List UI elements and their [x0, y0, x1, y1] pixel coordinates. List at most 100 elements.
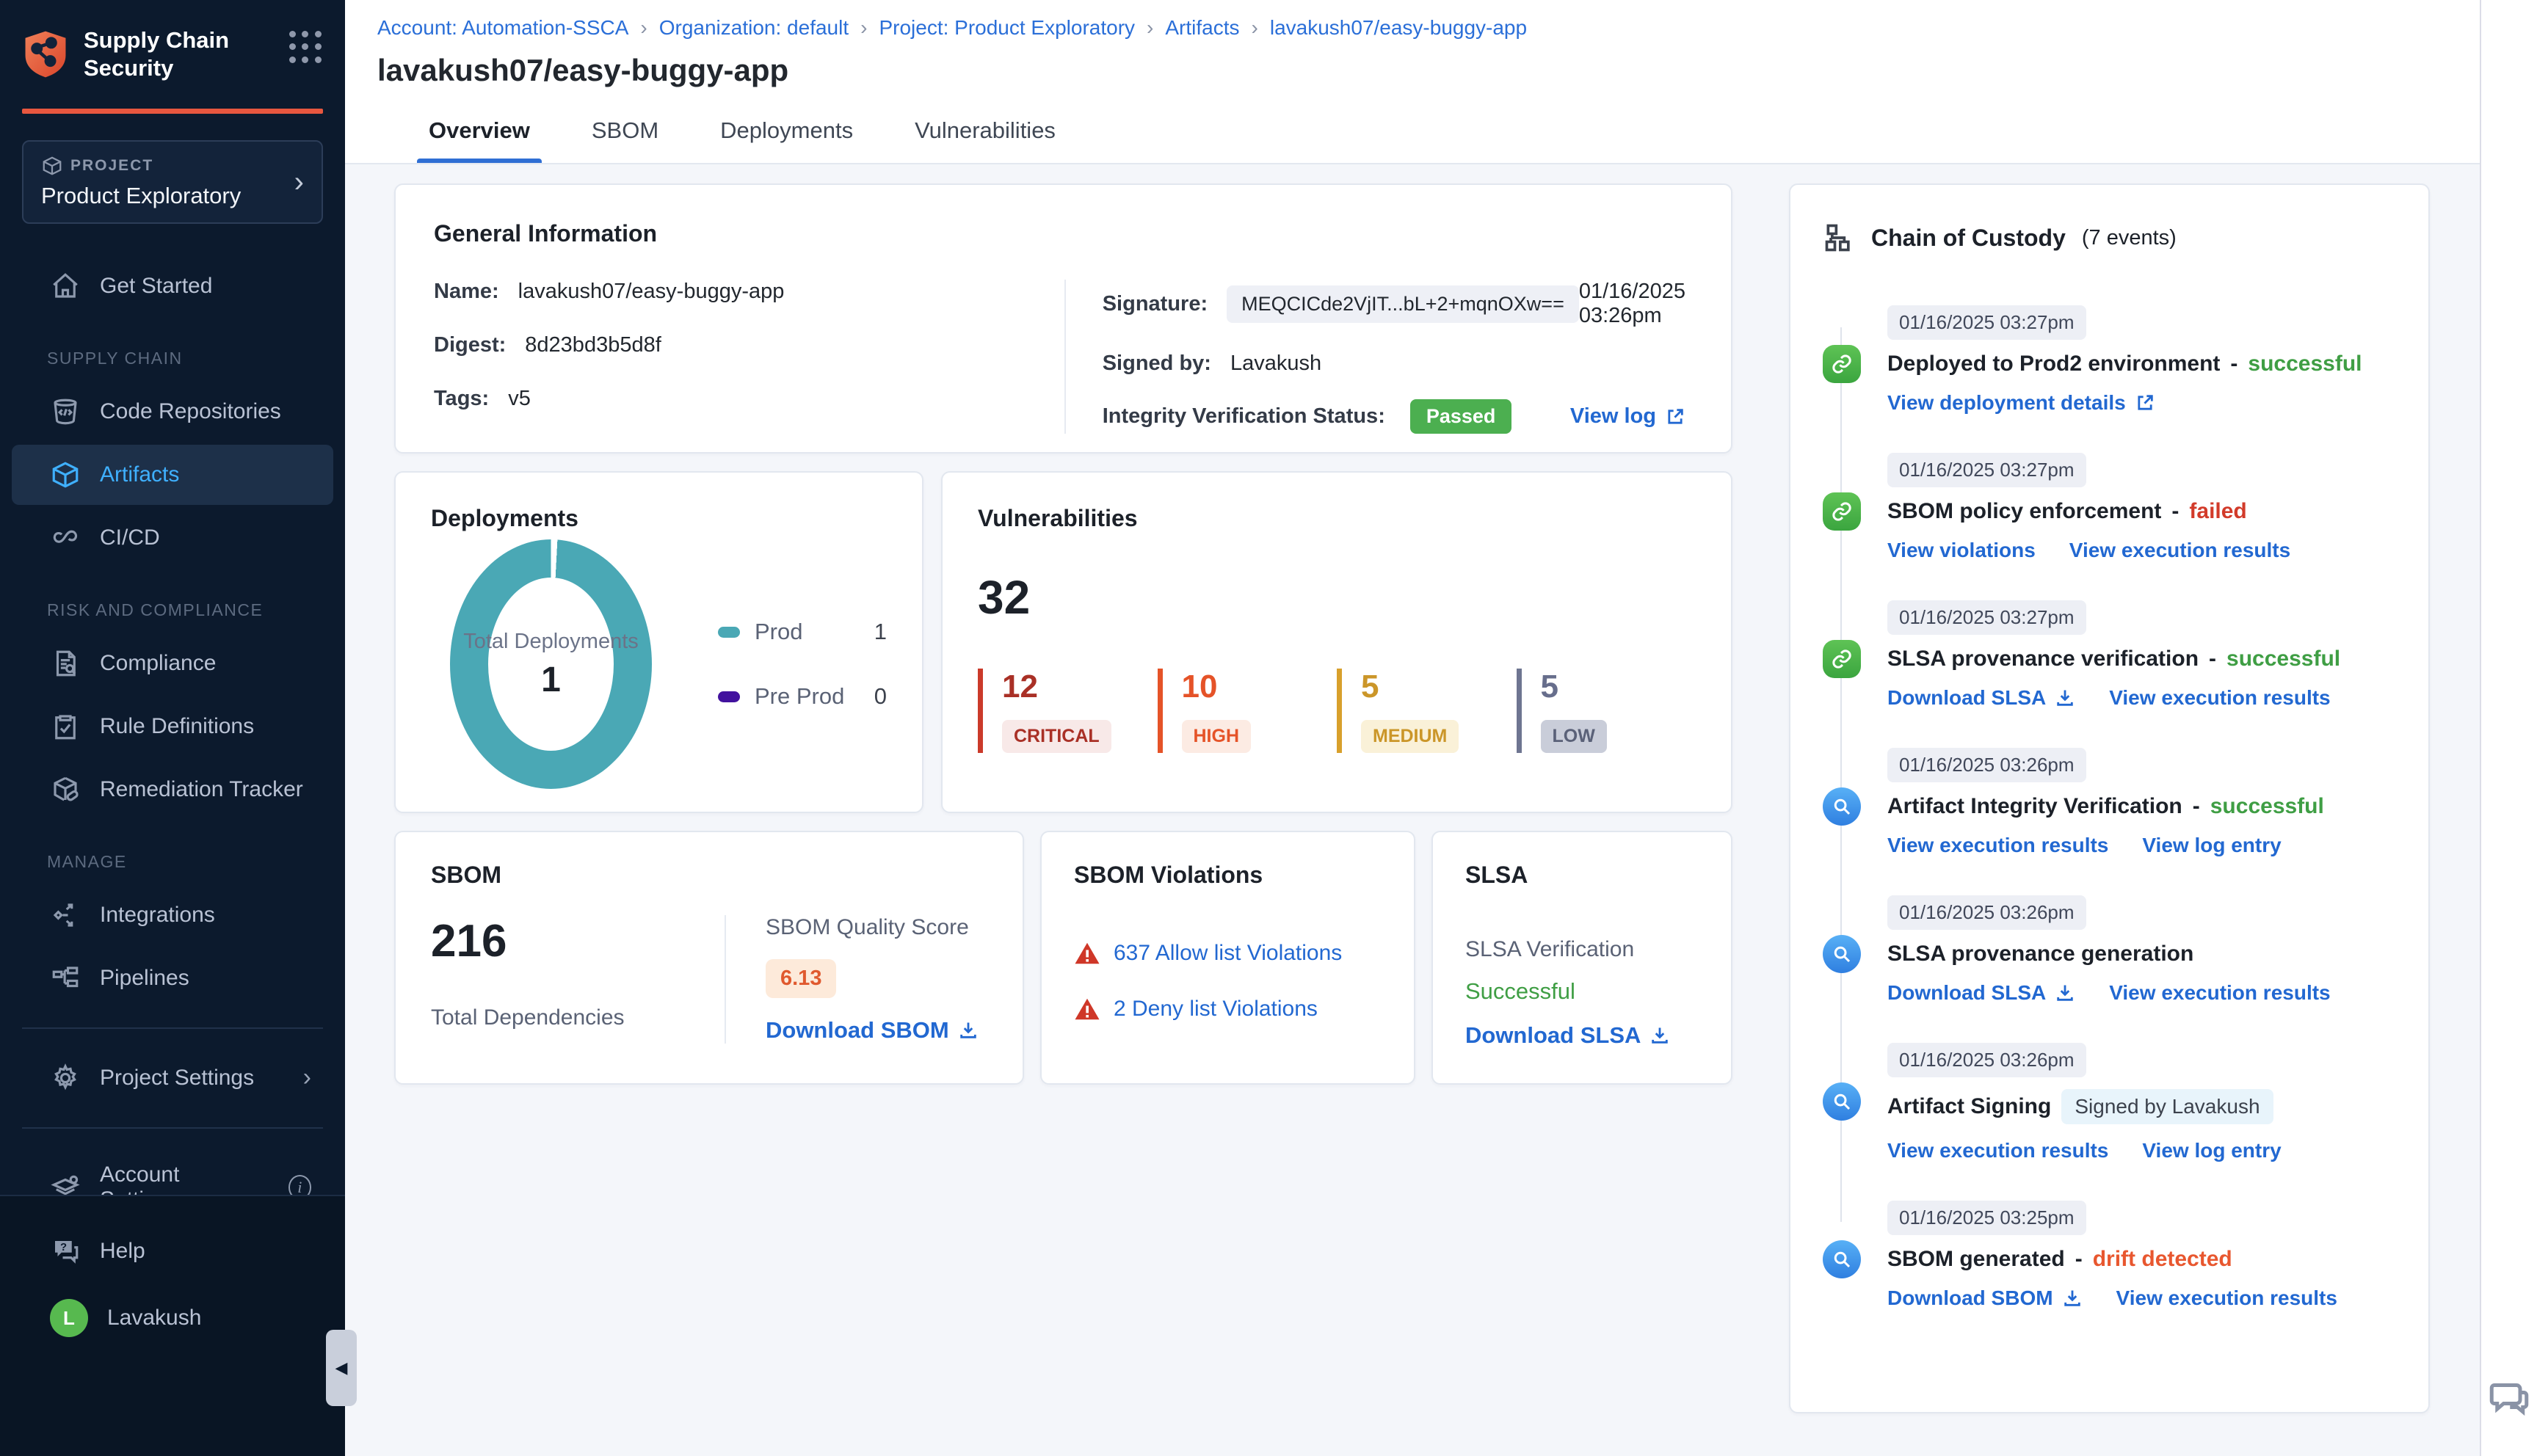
content: General Information Name: lavakush07/easy…	[345, 164, 2480, 1456]
integrations-icon	[53, 903, 73, 927]
scan-search-icon	[1834, 1251, 1851, 1268]
chain-event: 01/16/2025 03:27pm SLSA provenance verifi…	[1823, 600, 2399, 710]
breadcrumb-current[interactable]: lavakush07/easy-buggy-app	[1270, 16, 1527, 40]
chain-link-icon	[1832, 502, 1851, 521]
pipelines-icon	[52, 967, 79, 987]
allow-list-violations-link[interactable]: 637 Allow list Violations	[1114, 941, 1342, 966]
event-timestamp: 01/16/2025 03:27pm	[1887, 453, 2086, 487]
infinity-icon	[53, 530, 78, 543]
sbom-title: SBOM	[431, 862, 501, 888]
sbom-quality-score-value: 6.13	[766, 959, 837, 998]
integrity-label: Integrity Verification Status:	[1102, 404, 1385, 428]
breadcrumb: Account: Automation-SSCA › Organization: …	[377, 16, 1528, 40]
sidebar-footer: ? Help L Lavakush	[0, 1195, 345, 1456]
event-title: SLSA provenance generation	[1887, 942, 2194, 966]
event-link[interactable]: View log entry	[2142, 1139, 2281, 1162]
sidebar-item-cicd[interactable]: CI/CD	[12, 508, 333, 568]
artifact-tags: v5	[508, 387, 531, 410]
event-link[interactable]: Download SLSA	[1887, 981, 2075, 1005]
tab-overview[interactable]: Overview	[417, 117, 542, 163]
tab-vulnerabilities[interactable]: Vulnerabilities	[912, 117, 1059, 163]
breadcrumb-project[interactable]: Project: Product Exploratory	[879, 16, 1135, 40]
scan-search-icon	[1834, 946, 1851, 963]
deployment-link-icon	[1823, 492, 1861, 531]
breadcrumb-artifacts[interactable]: Artifacts	[1165, 16, 1239, 40]
sidebar-item-integrations[interactable]: Integrations	[12, 885, 333, 945]
app-switcher-grid-icon[interactable]	[289, 31, 323, 65]
event-link[interactable]: View execution results	[2116, 1286, 2337, 1310]
vulnerabilities-card: Vulnerabilities 32 12 CRITICAL 10 HIGH 5…	[941, 471, 1732, 813]
tab-sbom[interactable]: SBOM	[589, 117, 661, 163]
avatar: L	[50, 1299, 88, 1337]
event-link[interactable]: View violations	[1887, 539, 2036, 562]
breadcrumb-account[interactable]: Account: Automation-SSCA	[377, 16, 628, 40]
sidebar-item-get-started[interactable]: Get Started	[12, 256, 333, 316]
event-link[interactable]: View execution results	[1887, 1139, 2108, 1162]
donut-center-value: 1	[541, 660, 561, 700]
download-icon	[2057, 985, 2073, 1001]
accent-divider	[22, 108, 323, 114]
sidebar-item-project-settings[interactable]: Project Settings ›	[12, 1048, 333, 1108]
severity-high: 10 HIGH	[1157, 669, 1338, 753]
svg-text:?: ?	[60, 1242, 67, 1253]
tab-deployments[interactable]: Deployments	[717, 117, 856, 163]
severity-low: 5 LOW	[1516, 669, 1696, 753]
slsa-title: SLSA	[1465, 862, 1528, 888]
event-link[interactable]: View execution results	[2109, 686, 2330, 710]
event-title: Artifact Integrity Verification - succes…	[1887, 794, 2324, 818]
signed-by-label: Signed by:	[1102, 352, 1211, 375]
event-link[interactable]: View deployment details	[1887, 391, 2155, 415]
deployments-donut-chart: Total Deployments 1	[450, 539, 652, 789]
general-information-card: General Information Name: lavakush07/easy…	[394, 183, 1732, 454]
deny-list-violations-link[interactable]: 2 Deny list Violations	[1114, 997, 1318, 1022]
event-timestamp: 01/16/2025 03:26pm	[1887, 748, 2086, 782]
deny-list-violations-row: 2 Deny list Violations	[1074, 996, 1382, 1022]
legend-item-pre-prod: Pre Prod 0	[718, 683, 887, 710]
event-status: successful	[2248, 352, 2362, 376]
sidebar-item-code-repositories[interactable]: Code Repositories	[12, 382, 333, 442]
nav-section-risk-compliance: RISK AND COMPLIANCE	[47, 600, 264, 619]
sidebar-item-rule-definitions[interactable]: Rule Definitions	[12, 696, 333, 757]
project-name: Product Exploratory	[41, 182, 242, 208]
chain-events-count: (7 events)	[2081, 225, 2177, 250]
event-link[interactable]: View execution results	[1887, 834, 2108, 857]
divider	[22, 1027, 323, 1029]
download-sbom-link[interactable]: Download SBOM	[766, 1017, 979, 1044]
signature-date: 01/16/2025 03:26pm	[1578, 280, 1685, 327]
download-slsa-link[interactable]: Download SLSA	[1465, 1022, 1699, 1049]
event-link[interactable]: View execution results	[2109, 981, 2330, 1005]
chevron-right-icon: ›	[294, 165, 304, 198]
divider	[22, 1126, 323, 1129]
scan-step-icon	[1823, 1240, 1861, 1278]
sidebar-item-pipelines[interactable]: Pipelines	[12, 948, 333, 1008]
deployments-legend: Prod 1 Pre Prod 0	[718, 619, 887, 710]
download-icon	[2064, 1290, 2080, 1306]
event-link[interactable]: Download SLSA	[1887, 686, 2075, 710]
signature-value[interactable]: MEQCICde2VjIT...bL+2+mqnOXw==	[1227, 285, 1579, 323]
severity-medium: 5 MEDIUM	[1337, 669, 1517, 753]
tab-bar: Overview SBOM Deployments Vulnerabilitie…	[345, 98, 2480, 164]
event-link[interactable]: View execution results	[2069, 539, 2290, 562]
scan-search-icon	[1834, 1093, 1851, 1110]
event-timestamp: 01/16/2025 03:27pm	[1887, 305, 2086, 340]
chain-event: 01/16/2025 03:26pm SLSA provenance genera…	[1823, 895, 2399, 1005]
supply-chain-security-logo-icon	[25, 31, 66, 78]
sidebar-item-compliance[interactable]: Compliance	[12, 633, 333, 694]
nav-section-supply-chain: SUPPLY CHAIN	[47, 348, 183, 368]
chat-bubble-icon[interactable]	[2487, 1376, 2531, 1424]
event-title: SBOM generated - drift detected	[1887, 1247, 2232, 1271]
gear-icon	[54, 1063, 76, 1090]
sidebar-collapse-handle[interactable]: ◀	[326, 1330, 357, 1406]
sidebar-item-remediation-tracker[interactable]: Remediation Tracker	[12, 760, 333, 820]
event-link[interactable]: Download SBOM	[1887, 1286, 2083, 1310]
event-link[interactable]: View log entry	[2142, 834, 2281, 857]
sidebar-item-artifacts[interactable]: Artifacts	[12, 444, 333, 505]
project-selector[interactable]: PROJECT Product Exploratory ›	[22, 139, 323, 224]
sbom-violations-title: SBOM Violations	[1074, 862, 1263, 888]
breadcrumb-organization[interactable]: Organization: default	[659, 16, 849, 40]
sidebar-item-help[interactable]: ? Help	[12, 1221, 333, 1281]
user-menu[interactable]: L Lavakush	[12, 1284, 333, 1352]
view-log-link[interactable]: View log	[1570, 404, 1693, 429]
severity-critical: 12 CRITICAL	[978, 669, 1158, 753]
page-header: Account: Automation-SSCA › Organization: …	[345, 0, 2480, 98]
